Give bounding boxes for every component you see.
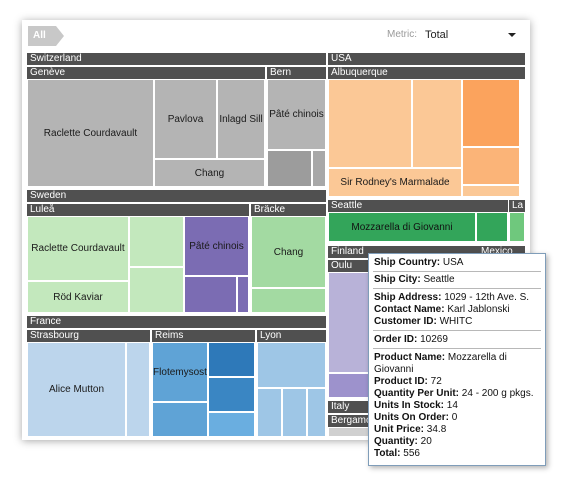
tooltip-units-on-order: Units On Order: 0: [374, 412, 458, 423]
tooltip-order-id: Order ID: 10269: [374, 334, 448, 345]
group-header-france[interactable]: France: [27, 316, 326, 328]
tile-alice-mutton[interactable]: Alice Mutton: [27, 342, 126, 437]
tooltip-product-name: Product Name: Mozzarella di: [374, 352, 507, 363]
tile-pate-bern[interactable]: Pâté chinois: [267, 79, 326, 150]
tile-sir-rodney[interactable]: Sir Rodney's Marmalade: [328, 168, 462, 197]
group-header-usa[interactable]: USA: [328, 53, 525, 65]
tile-reims-product[interactable]: [152, 402, 208, 437]
group-header-switzerland[interactable]: Switzerland: [27, 53, 326, 65]
group-header-albuquerque[interactable]: Albuquerque: [328, 67, 525, 79]
tooltip: Ship Country: USA Ship City: Seattle Shi…: [368, 253, 546, 466]
tile-raclette-geneve[interactable]: Raclette Courdavault: [27, 79, 154, 187]
tooltip-divider: [373, 288, 541, 289]
tile-raclette-lulea[interactable]: Raclette Courdavault: [27, 216, 129, 281]
tile-flotemysost[interactable]: Flotemysost: [152, 342, 208, 402]
tooltip-product-id: Product ID: 72: [374, 376, 442, 387]
tile-chang-geneve[interactable]: Chang: [154, 159, 265, 187]
tile-sweden-product[interactable]: [237, 276, 249, 313]
group-header-sweden[interactable]: Sweden: [27, 190, 326, 202]
group-header-seattle[interactable]: Seattle: [328, 200, 508, 212]
tooltip-divider: [373, 330, 541, 331]
tooltip-customer-id: Customer ID: WHITC: [374, 316, 473, 327]
group-header-lulea[interactable]: Luleå: [27, 204, 249, 216]
tile-lyon-product[interactable]: [257, 342, 326, 388]
metric-select[interactable]: Total: [420, 25, 522, 45]
tooltip-quantity-per-unit: Quantity Per Unit: 24 - 200 g pkgs.: [374, 388, 534, 399]
tile-sweden-product[interactable]: [129, 216, 184, 267]
breadcrumb-all-button[interactable]: All: [28, 26, 64, 46]
tile-sweden-product[interactable]: [129, 267, 184, 313]
tooltip-quantity: Quantity: 20: [374, 436, 432, 447]
tile-reims-product[interactable]: [208, 377, 255, 412]
group-header-lyon[interactable]: Lyon: [257, 330, 326, 342]
metric-value: Total: [425, 29, 449, 41]
tooltip-ship-country: Ship Country: USA: [374, 257, 464, 268]
tile-bracke-product[interactable]: [251, 288, 326, 313]
tooltip-divider: [373, 271, 541, 272]
tile-lyon-product[interactable]: [257, 388, 282, 437]
tile-la-product[interactable]: [509, 212, 525, 242]
tile-chang-bracke[interactable]: Chang: [251, 216, 326, 288]
tooltip-divider: [373, 348, 541, 349]
tooltip-ship-city: Ship City: Seattle: [374, 274, 455, 285]
tooltip-unit-price: Unit Price: 34.8: [374, 424, 447, 435]
tile-mozzarella[interactable]: Mozzarella di Giovanni: [328, 212, 476, 242]
tile-inlagd-sill[interactable]: Inlagd Sill: [217, 79, 265, 159]
group-header-strasbourg[interactable]: Strasbourg: [27, 330, 150, 342]
tile-usa-product[interactable]: [462, 185, 520, 197]
tile-pavlova[interactable]: Pavlova: [154, 79, 217, 159]
tile-strasbourg-product[interactable]: [126, 342, 150, 437]
tile-lyon-product[interactable]: [307, 388, 326, 437]
tile-bern-small[interactable]: [267, 150, 312, 187]
tile-usa-product[interactable]: [412, 79, 462, 168]
tooltip-ship-address: Ship Address: 1029 - 12th Ave. S.: [374, 292, 530, 303]
group-header-reims[interactable]: Reims: [152, 330, 255, 342]
tile-lyon-product[interactable]: [282, 388, 307, 437]
tile-reims-product[interactable]: [208, 342, 255, 377]
tooltip-units-in-stock: Units In Stock: 14: [374, 400, 458, 411]
tooltip-contact-name: Contact Name: Karl Jablonski: [374, 304, 510, 315]
tile-usa-product[interactable]: [462, 147, 520, 185]
tooltip-total: Total: 556: [374, 448, 420, 459]
tile-sweden-product[interactable]: [184, 276, 237, 313]
tile-reims-product[interactable]: [208, 412, 255, 437]
tile-usa-product[interactable]: [462, 79, 520, 147]
tile-rod-kaviar[interactable]: Röd Kaviar: [27, 281, 129, 313]
group-header-bracke[interactable]: Bräcke: [251, 204, 326, 216]
tile-usa-product[interactable]: [328, 79, 412, 168]
tooltip-product-name-cont: Giovanni: [374, 364, 414, 375]
group-header-bern[interactable]: Bern: [267, 67, 326, 79]
group-header-la[interactable]: La: [509, 200, 525, 212]
tile-seattle-product[interactable]: [476, 212, 508, 242]
metric-label: Metric:: [387, 29, 417, 40]
group-header-geneve[interactable]: Genève: [27, 67, 265, 79]
chevron-down-icon: [508, 33, 516, 37]
tile-pate-lulea[interactable]: Pâté chinois: [184, 216, 249, 276]
tile-bern-small[interactable]: [312, 150, 326, 187]
